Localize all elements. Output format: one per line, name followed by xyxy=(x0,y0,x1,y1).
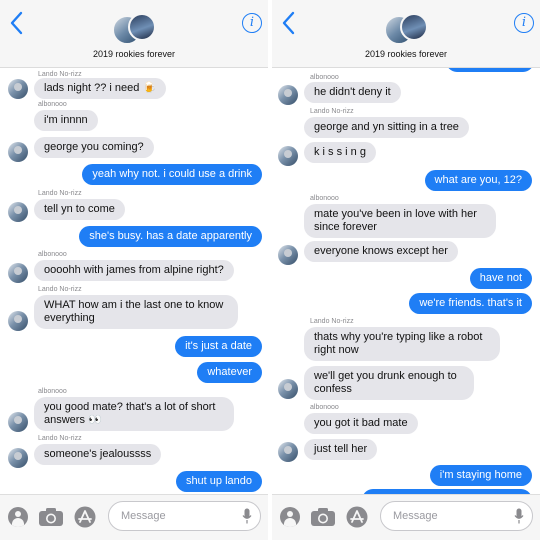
incoming-message-bubble[interactable]: everyone knows except her xyxy=(304,241,458,262)
outgoing-message-bubble-partial[interactable] xyxy=(446,68,534,72)
group-avatar[interactable] xyxy=(384,13,430,47)
sender-name: albonooo xyxy=(38,388,67,395)
sender-name: albonooo xyxy=(310,404,339,411)
sender-avatar xyxy=(278,442,298,462)
outgoing-message-bubble[interactable]: i'm staying home xyxy=(429,465,532,486)
incoming-message-bubble[interactable]: someone's jealoussss xyxy=(34,444,162,465)
info-icon[interactable]: i xyxy=(514,13,534,33)
incoming-message-bubble[interactable]: he didn't deny it xyxy=(304,82,401,103)
outgoing-message-bubble[interactable]: yeah why not. i could use a drink xyxy=(82,164,262,185)
group-name[interactable]: 2019 rookies forever xyxy=(0,49,268,59)
sender-avatar xyxy=(278,146,298,166)
message-list[interactable]: Lando No-rizz lads night ?? i need 🍺 alb… xyxy=(0,68,268,494)
info-icon[interactable]: i xyxy=(242,13,262,33)
sender-avatar xyxy=(8,448,28,468)
member-avatar xyxy=(128,13,156,41)
outgoing-message-bubble[interactable]: shut up lando xyxy=(175,471,262,492)
message-input-placeholder: Message xyxy=(393,510,438,522)
incoming-message-bubble[interactable]: you got it bad mate xyxy=(304,413,418,434)
back-chevron-icon[interactable] xyxy=(278,8,300,38)
incoming-message-bubble[interactable]: i'm innnn xyxy=(34,110,98,131)
outgoing-message-bubble[interactable]: have not xyxy=(469,268,532,289)
sender-name: albonooo xyxy=(38,251,67,258)
incoming-message-bubble[interactable]: mate you've been in love with her since … xyxy=(304,204,496,238)
message-composer: Message xyxy=(0,494,268,540)
contact-icon[interactable] xyxy=(280,507,300,527)
app-store-icon[interactable] xyxy=(346,506,368,528)
message-input[interactable]: Message xyxy=(380,501,533,531)
outgoing-message-bubble[interactable]: it's just a date xyxy=(175,336,262,357)
sender-name: Lando No-rizz xyxy=(38,435,82,442)
incoming-message-bubble[interactable]: you good mate? that's a lot of short ans… xyxy=(34,397,234,431)
chat-screen-left: 2019 rookies forever i Lando No-rizz lad… xyxy=(0,0,268,540)
camera-icon[interactable] xyxy=(38,507,64,527)
outgoing-message-bubble[interactable]: what are you, 12? xyxy=(424,170,532,191)
incoming-message-bubble[interactable]: thats why you're typing like a robot rig… xyxy=(304,327,500,361)
sender-avatar xyxy=(278,379,298,399)
sender-name: Lando No-rizz xyxy=(310,318,354,325)
sender-avatar xyxy=(8,311,28,331)
group-avatar[interactable] xyxy=(112,13,158,47)
incoming-message-bubble[interactable]: WHAT how am i the last one to know every… xyxy=(34,295,238,329)
member-avatar xyxy=(400,13,428,41)
incoming-message-bubble[interactable]: k i s s i n g xyxy=(304,142,376,163)
message-input[interactable]: Message xyxy=(108,501,261,531)
sender-avatar xyxy=(278,85,298,105)
microphone-icon[interactable] xyxy=(242,508,252,524)
sender-name: Lando No-rizz xyxy=(38,286,82,293)
chat-header: 2019 rookies forever i xyxy=(272,0,540,68)
sender-avatar xyxy=(8,263,28,283)
incoming-message-bubble[interactable]: we'll get you drunk enough to confess xyxy=(304,366,474,400)
message-input-placeholder: Message xyxy=(121,510,166,522)
incoming-message-bubble[interactable]: oooohh with james from alpine right? xyxy=(34,260,234,281)
incoming-message-bubble[interactable]: george you coming? xyxy=(34,137,154,158)
sender-name: Lando No-rizz xyxy=(38,190,82,197)
message-composer: Message xyxy=(272,494,540,540)
outgoing-message-bubble[interactable]: she's busy. has a date apparently xyxy=(79,226,262,247)
sender-name: albonooo xyxy=(310,74,339,81)
outgoing-message-bubble[interactable]: whatever xyxy=(197,362,262,383)
incoming-message-bubble[interactable]: george and yn sitting in a tree xyxy=(304,117,469,138)
incoming-message-bubble[interactable]: lads night ?? i need 🍺 xyxy=(34,78,167,99)
sender-name: Lando No-rizz xyxy=(38,71,82,78)
sender-avatar xyxy=(8,142,28,162)
incoming-message-bubble[interactable]: just tell her xyxy=(304,439,378,460)
sender-name: albonooo xyxy=(38,101,67,108)
microphone-icon[interactable] xyxy=(514,508,524,524)
sender-name: Lando No-rizz xyxy=(310,108,354,115)
sender-avatar xyxy=(8,79,28,99)
back-chevron-icon[interactable] xyxy=(6,8,28,38)
camera-icon[interactable] xyxy=(310,507,336,527)
chat-screen-right: 2019 rookies forever i albonooo he didn'… xyxy=(272,0,540,540)
outgoing-message-bubble[interactable]: we're friends. that's it xyxy=(409,293,532,314)
group-name[interactable]: 2019 rookies forever xyxy=(272,49,540,59)
message-list[interactable]: albonooo he didn't deny it Lando No-rizz… xyxy=(272,68,540,494)
sender-avatar xyxy=(8,202,28,222)
app-store-icon[interactable] xyxy=(74,506,96,528)
sender-name: albonooo xyxy=(310,195,339,202)
contact-icon[interactable] xyxy=(8,507,28,527)
incoming-message-bubble[interactable]: tell yn to come xyxy=(34,199,125,220)
sender-avatar xyxy=(8,412,28,432)
sender-avatar xyxy=(278,245,298,265)
chat-header: 2019 rookies forever i xyxy=(0,0,268,68)
